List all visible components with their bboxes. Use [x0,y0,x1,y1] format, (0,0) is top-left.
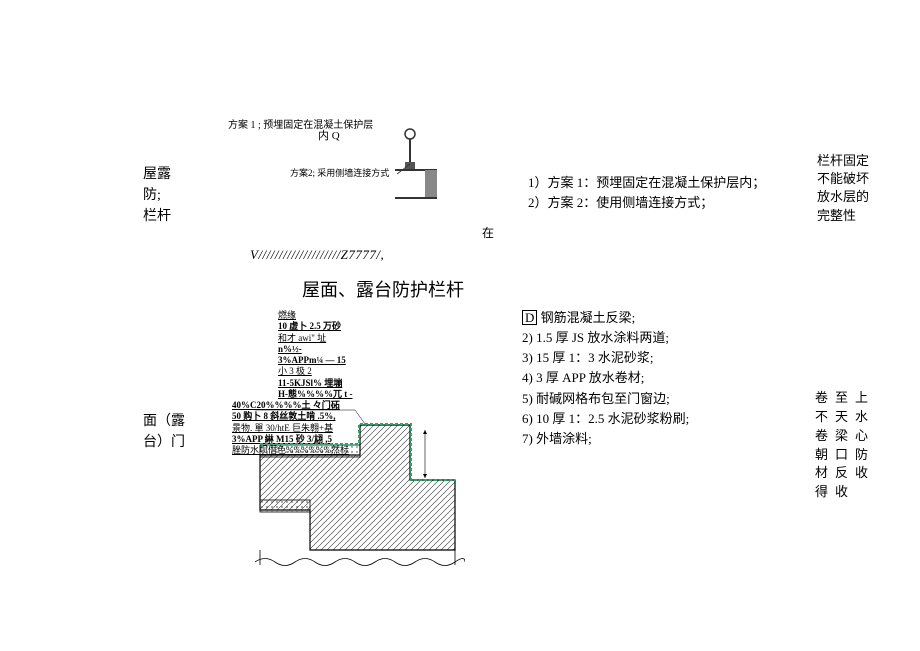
note-line: 栏杆固定 [817,152,869,170]
list-item: 6) 10 厚 1：2.5 水泥砂浆粉刷; [522,409,689,429]
page-title: 屋面、露台防护栏杆 [302,276,464,302]
text-line: 屋露 [143,164,171,185]
list-header: D 钢筋混凝土反梁; [522,308,689,328]
at-char: 在 [482,224,494,241]
note-line: 完整性 [817,207,869,225]
note-line: 放水层的 [817,188,869,206]
construction-diagram [255,400,465,570]
plan2-label: 方案2; 采用侧墙连接方式 [290,166,389,179]
list-item: 2) 1.5 厚 JS 放水涂料两道; [522,328,689,348]
anno-line: 11-5KJSl% 埋塴 [278,378,342,388]
col3: 上水心防收 [855,389,871,502]
col1: 卷不卷朝材得 [815,389,831,502]
list-item: 7) 外墙涂料; [522,429,689,449]
text-line: 栏杆 [143,206,171,227]
list-item: 5) 耐碱网格布包至门窗边; [522,389,689,409]
anno-line: 和才 awi" 址 [278,333,326,343]
plan1-text: 方案 1 ; 预埋固定在混凝土保护层 [228,120,373,131]
text-line: 台）门 [143,432,185,453]
section1-left-label: 屋露 防; 栏杆 [143,164,171,227]
d-box: D [522,310,537,325]
anno-line: 小 3 极 2 [278,366,312,376]
section1-list: 1）方案 1：预埋固定在混凝土保护层内； 2）方案 2：使用侧墙连接方式； [528,173,765,213]
title-text: 屋面、露台防护栏杆 [302,280,464,300]
hatch-text: V////////////////////Z7777/, [250,247,384,262]
anno-line: 10 虚卜 2.5 万砂 [278,321,341,331]
section1-right-note: 栏杆固定 不能破坏 放水层的 完整性 [817,152,869,225]
section2-left-label: 面（露 台）门 [143,411,185,453]
list-item: 4) 3 厚 APP 放水卷材; [522,368,689,388]
anno-line: 3%APPm¼ — 15 [278,355,346,365]
anno-line: H-態%%%%兀 t ‐ [278,389,353,399]
anno-line: 燃缘 [278,310,296,320]
plan2-text: 方案2; 采用侧墙连接方式 [290,168,389,178]
plan1-label: 方案 1 ; 预埋固定在混凝土保护层 [228,116,373,131]
at-text: 在 [482,226,494,240]
section2-numbered-list: D 钢筋混凝土反梁; 2) 1.5 厚 JS 放水涂料两道; 3) 15 厚 1… [522,308,689,449]
anno-line: n%½- [278,344,302,354]
section2-right-columns: 卷不卷朝材得 至天梁口反收 上水心防收 [815,389,871,502]
note-line: 不能破坏 [817,170,869,188]
list-item: 3) 15 厚 1：3 水泥砂浆; [522,348,689,368]
list-item-text: 钢筋混凝土反梁; [541,310,636,325]
text-line: 防; [143,185,171,206]
plan1-inner: 内 Q [318,127,340,143]
railing-diagram-small [395,126,445,200]
list-item: 2）方案 2：使用侧墙连接方式； [528,193,765,213]
hatch-pattern: V////////////////////Z7777/, [250,247,384,263]
col2: 至天梁口反收 [835,389,851,502]
text-line: 面（露 [143,411,185,432]
list-item: 1）方案 1：预埋固定在混凝土保护层内； [528,173,765,193]
plan1-inner-text: 内 Q [318,130,340,142]
